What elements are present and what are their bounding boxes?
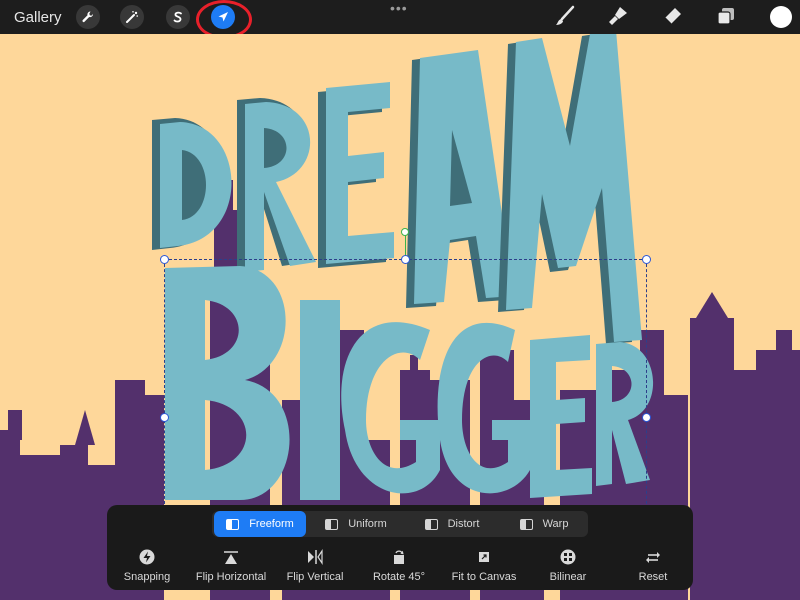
mode-freeform[interactable]: Freeform (214, 511, 306, 537)
fit-to-canvas-label: Fit to Canvas (451, 571, 517, 583)
freeform-icon (226, 518, 240, 530)
bilinear-label: Bilinear (549, 571, 587, 583)
rotate-45-button[interactable]: Rotate 45° (369, 549, 429, 589)
flip-vertical-button[interactable]: Flip Vertical (283, 549, 347, 589)
gallery-button[interactable]: Gallery (14, 9, 62, 26)
rotate-45-label: Rotate 45° (372, 571, 426, 583)
mode-distort-label: Distort (447, 518, 480, 530)
color-picker-swatch[interactable] (770, 6, 792, 28)
mode-distort[interactable]: Distort (406, 511, 498, 537)
selection-s-icon (171, 10, 185, 24)
transform-selection-box[interactable] (164, 259, 647, 509)
warp-icon (519, 518, 533, 530)
layers-button[interactable] (714, 6, 738, 30)
flip-horizontal-icon (224, 551, 238, 564)
reset-label: Reset (638, 571, 668, 583)
mode-freeform-label: Freeform (249, 518, 294, 530)
brush-icon (554, 5, 576, 32)
actions-button[interactable] (76, 5, 100, 29)
top-center-resize-handle[interactable] (401, 255, 410, 264)
smudge-button[interactable] (606, 6, 630, 30)
top-right-resize-handle[interactable] (642, 255, 651, 264)
smudge-icon (607, 5, 629, 32)
magic-wand-icon (125, 10, 139, 24)
eraser-icon (661, 5, 683, 32)
lightning-icon (139, 549, 155, 565)
adjustments-button[interactable] (120, 5, 144, 29)
mode-uniform[interactable]: Uniform (310, 511, 402, 537)
snapping-label: Snapping (123, 571, 171, 583)
more-options-icon[interactable]: ••• (390, 0, 408, 16)
bilinear-icon (560, 549, 576, 565)
wrench-icon (81, 10, 95, 24)
selection-button[interactable] (166, 5, 190, 29)
snapping-button[interactable]: Snapping (121, 549, 173, 589)
flip-horizontal-button[interactable]: Flip Horizontal (195, 549, 267, 589)
flip-vertical-icon (308, 549, 323, 565)
top-toolbar: Gallery ••• (0, 0, 800, 39)
rotation-handle[interactable] (401, 228, 409, 236)
mode-warp[interactable]: Warp (502, 511, 586, 537)
reset-icon (646, 552, 660, 563)
bilinear-button[interactable]: Bilinear (541, 549, 595, 589)
uniform-icon (325, 518, 339, 530)
layers-icon (715, 5, 737, 32)
left-center-resize-handle[interactable] (160, 413, 169, 422)
fit-canvas-icon (479, 552, 489, 562)
flip-horizontal-label: Flip Horizontal (195, 571, 267, 583)
transform-mode-selector: Freeform Uniform Distort Warp (212, 511, 588, 537)
fit-to-canvas-button[interactable]: Fit to Canvas (449, 549, 519, 589)
distort-icon (424, 518, 438, 530)
mode-warp-label: Warp (542, 518, 569, 530)
reset-button[interactable]: Reset (633, 549, 673, 589)
top-left-resize-handle[interactable] (160, 255, 169, 264)
brush-button[interactable] (553, 5, 577, 32)
mode-uniform-label: Uniform (348, 518, 387, 530)
transform-toolbar: Freeform Uniform Distort Warp Snapping F… (107, 505, 693, 590)
right-center-resize-handle[interactable] (642, 413, 651, 422)
eraser-button[interactable] (660, 6, 684, 30)
flip-vertical-label: Flip Vertical (286, 571, 344, 583)
rotate-icon (394, 550, 404, 564)
